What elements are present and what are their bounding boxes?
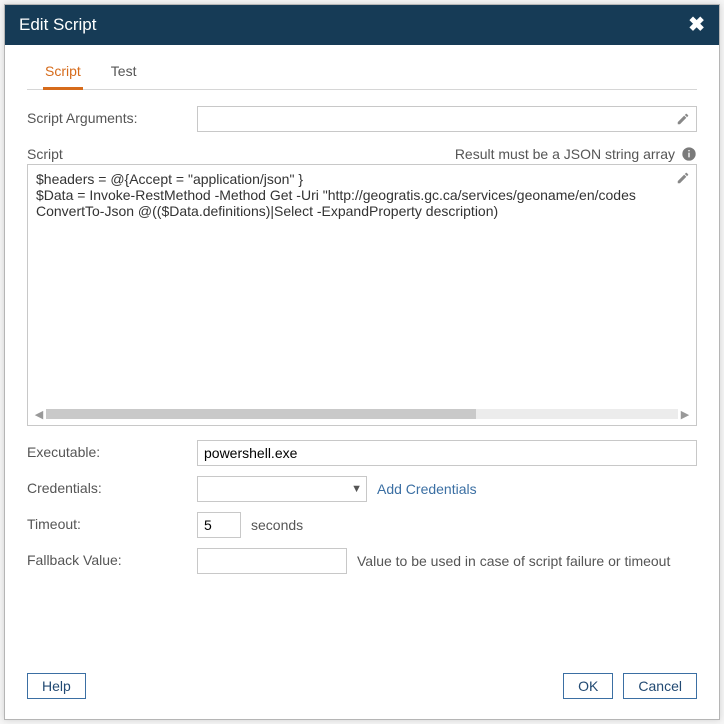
script-header: Script Result must be a JSON string arra… [27,146,697,162]
close-icon[interactable]: ✖ [688,15,705,35]
label-timeout: Timeout: [27,512,197,532]
pencil-icon[interactable] [676,112,690,126]
scroll-track[interactable] [46,409,678,419]
info-icon[interactable] [681,146,697,162]
add-credentials-link[interactable]: Add Credentials [377,481,477,497]
label-fallback: Fallback Value: [27,548,197,568]
row-fallback: Fallback Value: Value to be used in case… [27,548,697,574]
dialog-body: Script Test Script Arguments: Script Res… [5,45,719,659]
scroll-thumb[interactable] [46,409,476,419]
dialog-footer: Help OK Cancel [5,659,719,719]
script-arguments-input[interactable] [197,106,697,132]
row-credentials: Credentials: ▼ Add Credentials [27,476,697,502]
tab-test[interactable]: Test [109,63,139,90]
label-script: Script [27,146,63,162]
credentials-select[interactable]: ▼ [197,476,367,502]
footer-right-buttons: OK Cancel [563,673,697,699]
script-textarea[interactable]: $headers = @{Accept = "application/json"… [27,164,697,426]
edit-script-dialog: Edit Script ✖ Script Test Script Argumen… [4,4,720,720]
pencil-icon[interactable] [676,171,690,185]
fallback-description: Value to be used in case of script failu… [357,553,670,569]
chevron-down-icon: ▼ [351,483,362,495]
horizontal-scrollbar[interactable]: ◀ ▶ [34,407,690,421]
tab-script[interactable]: Script [43,63,83,90]
row-script-arguments: Script Arguments: [27,106,697,132]
timeout-unit: seconds [251,517,303,533]
script-content: $headers = @{Accept = "application/json"… [28,165,696,403]
help-button[interactable]: Help [27,673,86,699]
dialog-title: Edit Script [19,15,96,35]
scroll-right-icon[interactable]: ▶ [680,408,690,421]
ok-button[interactable]: OK [563,673,613,699]
executable-input[interactable] [197,440,697,466]
tab-bar: Script Test [27,63,697,90]
result-hint: Result must be a JSON string array [455,146,675,162]
timeout-input[interactable] [197,512,241,538]
label-executable: Executable: [27,440,197,460]
fallback-input[interactable] [197,548,347,574]
row-timeout: Timeout: seconds [27,512,697,538]
label-credentials: Credentials: [27,476,197,496]
row-executable: Executable: [27,440,697,466]
cancel-button[interactable]: Cancel [623,673,697,699]
scroll-left-icon[interactable]: ◀ [34,408,44,421]
dialog-titlebar: Edit Script ✖ [5,5,719,45]
label-script-arguments: Script Arguments: [27,106,197,126]
